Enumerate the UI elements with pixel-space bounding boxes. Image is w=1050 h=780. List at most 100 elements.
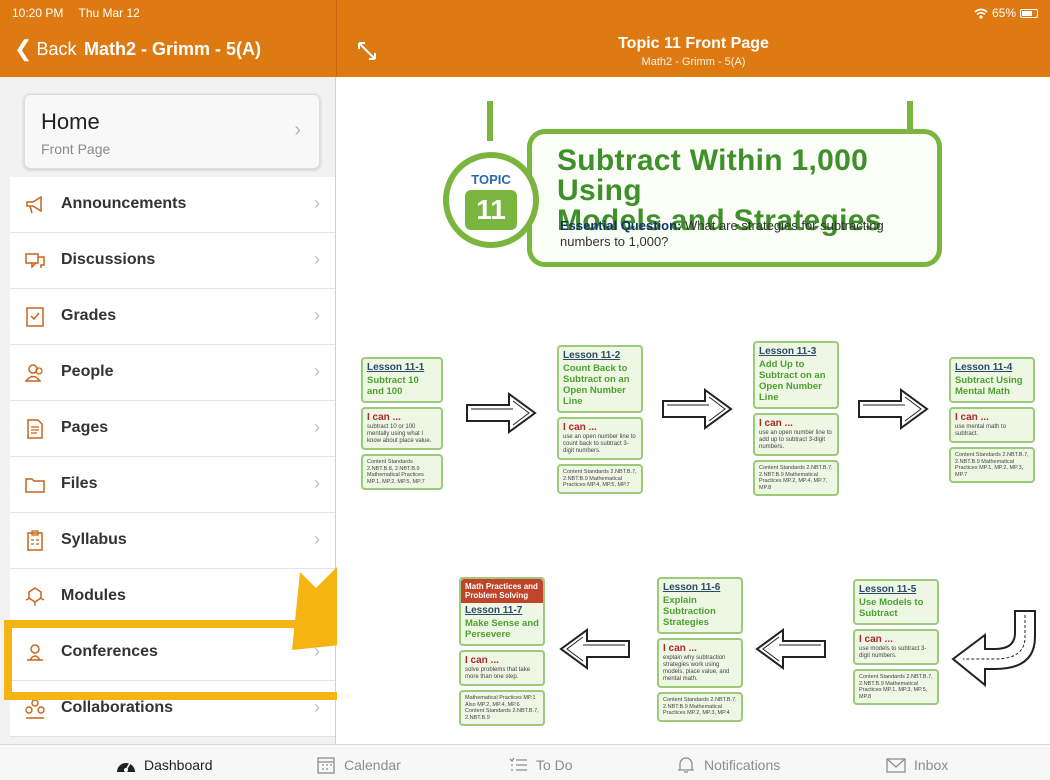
chevron-right-icon: › xyxy=(314,361,320,381)
folder-icon xyxy=(25,478,45,493)
home-title: Home xyxy=(41,109,100,134)
chevron-right-icon: › xyxy=(314,529,320,549)
chat-bubbles-icon xyxy=(25,253,45,269)
sidebar-item-label: Conferences xyxy=(61,643,158,660)
lesson-standards: Content Standards 2.NBT.B.7, 2.NBT.B.9 M… xyxy=(949,447,1035,483)
topic-label: TOPIC xyxy=(471,172,511,187)
tab-todo[interactable]: To Do xyxy=(508,755,573,775)
sidebar-item-label: Modules xyxy=(61,587,126,604)
sidebar-item-discussions[interactable]: Discussions › xyxy=(10,233,335,289)
arrow-left-icon xyxy=(559,628,630,670)
sidebar-item-label: Discussions xyxy=(61,251,156,268)
sidebar-item-files[interactable]: Files › xyxy=(10,457,335,513)
lesson-standards: Content Standards 2.NBT.B.7, 2.NBT.B.9 M… xyxy=(657,692,743,722)
megaphone-icon xyxy=(26,195,42,214)
chevron-left-icon: ❮ xyxy=(14,36,33,61)
lesson-standards: Content Standards 2.NBT.B.8, 2.NBT.B.9 M… xyxy=(361,454,443,490)
sidebar-item-modules[interactable]: Modules › xyxy=(10,569,335,625)
lesson-card-11-3: Lesson 11-3 Add Up to Subtract on an Ope… xyxy=(753,341,839,496)
tab-dashboard[interactable]: Dashboard xyxy=(116,755,213,775)
collaborations-icon xyxy=(25,699,45,719)
page-title: Topic 11 Front Page xyxy=(618,35,769,52)
sidebar-item-people[interactable]: People › xyxy=(10,345,335,401)
tab-label: Dashboard xyxy=(144,757,213,773)
sidebar-item-conferences[interactable]: Conferences › xyxy=(10,625,335,681)
page-subtitle: Math2 - Grimm - 5(A) xyxy=(641,56,746,68)
lesson-ican-text: subtract 10 or 100 mentally using what I… xyxy=(367,424,432,444)
back-label: Back xyxy=(36,38,77,59)
topic-number: 11 xyxy=(465,190,517,230)
sidebar-item-label: Syllabus xyxy=(61,531,127,548)
lesson-number: Lesson 11-7 xyxy=(465,605,523,616)
wifi-icon xyxy=(974,8,988,19)
lesson-ican: I can ... xyxy=(563,422,597,433)
curved-arrow-icon xyxy=(951,610,1036,688)
tab-label: Calendar xyxy=(344,757,401,773)
bell-icon xyxy=(678,757,694,773)
arrow-right-icon xyxy=(466,392,537,434)
bottom-tab-bar: Dashboard Calendar To Do Notifications I… xyxy=(0,744,1050,780)
tab-label: Notifications xyxy=(704,757,781,773)
tab-notifications[interactable]: Notifications xyxy=(676,755,780,775)
chevron-right-icon: › xyxy=(314,641,320,661)
chevron-right-icon: › xyxy=(314,417,320,437)
status-time: 10:20 PM xyxy=(12,6,64,20)
dashboard-icon xyxy=(117,762,135,772)
sidebar-item-pages[interactable]: Pages › xyxy=(10,401,335,457)
sign-chain xyxy=(487,101,493,141)
lesson-ican-text: use an open number line to count back to… xyxy=(563,434,636,454)
sidebar-item-syllabus[interactable]: Syllabus › xyxy=(10,513,335,569)
lesson-title: Explain Subtraction Strategies xyxy=(663,595,716,628)
essential-question: Essential Question: What are strategies … xyxy=(560,218,910,250)
tab-inbox[interactable]: Inbox xyxy=(886,755,948,775)
page-content: Subtract Within 1,000 Using Models and S… xyxy=(337,77,1050,744)
arrow-right-icon xyxy=(662,388,733,430)
lesson-number: Lesson 11-5 xyxy=(859,584,917,595)
chevron-right-icon: › xyxy=(314,193,320,213)
lesson-title: Count Back to Subtract on an Open Number… xyxy=(563,363,630,407)
lesson-standards: Content Standards 2.NBT.B.7, 2.NBT.B.9 M… xyxy=(853,669,939,705)
chevron-right-icon: › xyxy=(314,585,320,605)
lesson-ican-text: use mental math to subtract. xyxy=(955,424,1007,437)
battery-icon xyxy=(1020,8,1038,18)
tab-label: Inbox xyxy=(914,757,949,773)
envelope-icon xyxy=(886,758,906,773)
sidebar-item-grades[interactable]: Grades › xyxy=(10,289,335,345)
lesson-title: Subtract 10 and 100 xyxy=(367,375,419,397)
lesson-card-11-5: Lesson 11-5 Use Models to Subtract I can… xyxy=(853,579,939,705)
clipboard-icon xyxy=(27,530,43,551)
sidebar-item-collaborations[interactable]: Collaborations › xyxy=(10,681,335,737)
lesson-standards: Content Standards 2.NBT.B.7, 2.NBT.B.9 M… xyxy=(557,464,643,494)
sidebar-item-label: Pages xyxy=(61,419,109,436)
chevron-right-icon: › xyxy=(314,249,320,269)
calendar-icon xyxy=(317,757,335,774)
lesson-number: Lesson 11-6 xyxy=(663,582,721,593)
sidebar-item-label: Grades xyxy=(61,307,117,324)
home-card[interactable]: Home Front Page › xyxy=(24,94,320,169)
math-practices-label: Math Practices and Problem Solving xyxy=(461,579,543,603)
lesson-ican-text: solve problems that take more than one s… xyxy=(465,667,531,680)
sidebar-item-announcements[interactable]: Announcements › xyxy=(10,177,335,233)
lesson-number: Lesson 11-2 xyxy=(563,350,621,361)
lesson-number: Lesson 11-1 xyxy=(367,362,425,373)
conference-icon xyxy=(27,644,43,661)
lesson-ican-text: explain why subtraction strategies work … xyxy=(663,655,730,682)
lesson-ican: I can ... xyxy=(859,634,893,645)
status-bar-right: 65% xyxy=(974,6,1038,20)
lesson-ican-text: use models to subtract 3-digit numbers. xyxy=(859,646,927,659)
chevron-right-icon: › xyxy=(314,305,320,325)
tab-label: To Do xyxy=(536,757,573,773)
sidebar-item-label: Collaborations xyxy=(61,699,174,716)
lesson-title: Add Up to Subtract on an Open Number Lin… xyxy=(759,359,826,403)
status-date: Thu Mar 12 xyxy=(78,6,140,20)
lesson-card-11-2: Lesson 11-2 Count Back to Subtract on an… xyxy=(557,345,643,494)
back-button[interactable]: ❮ Back xyxy=(14,38,76,60)
page-icon xyxy=(27,419,43,439)
essential-label: Essential Question: xyxy=(560,218,682,233)
nav-list: Announcements › Discussions › Grades › P… xyxy=(10,177,335,737)
tab-calendar[interactable]: Calendar xyxy=(316,755,401,775)
topic-badge: TOPIC 11 xyxy=(443,152,539,248)
sidebar-item-label: Announcements xyxy=(61,195,187,212)
lesson-ican: I can ... xyxy=(465,655,499,666)
lesson-number: Lesson 11-4 xyxy=(955,362,1013,373)
